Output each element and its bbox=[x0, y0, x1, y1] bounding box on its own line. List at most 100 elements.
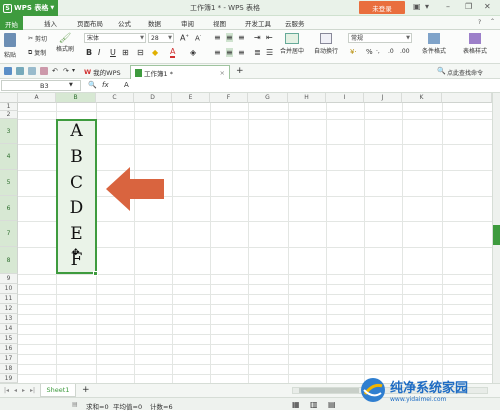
cell-b7[interactable]: E bbox=[56, 224, 97, 244]
row-header[interactable]: 12 bbox=[0, 304, 18, 314]
row-header[interactable]: 15 bbox=[0, 334, 18, 344]
align-top-icon[interactable]: ≡ bbox=[214, 33, 221, 42]
row-header[interactable]: 6 bbox=[0, 196, 18, 221]
italic-icon[interactable]: I bbox=[98, 48, 100, 57]
grow-font-icon[interactable]: A+ bbox=[180, 33, 189, 43]
insert-function-button[interactable]: fx bbox=[102, 81, 109, 89]
column-header[interactable]: H bbox=[288, 93, 326, 103]
undo-icon[interactable]: ↶ bbox=[52, 67, 58, 75]
cell-b4[interactable]: B bbox=[56, 147, 97, 167]
column-header[interactable]: D bbox=[134, 93, 172, 103]
underline-icon[interactable]: U bbox=[110, 48, 116, 57]
print-icon[interactable] bbox=[28, 67, 36, 75]
format-painter-button[interactable]: 🖌 格式刷 bbox=[56, 33, 74, 53]
row-header[interactable]: 2 bbox=[0, 111, 18, 119]
row-header[interactable]: 14 bbox=[0, 324, 18, 334]
table-style-button[interactable]: 表格样式 bbox=[455, 33, 495, 55]
row-header[interactable]: 8 bbox=[0, 247, 18, 274]
normal-view-icon[interactable]: ▦ bbox=[292, 400, 300, 409]
chevron-down-icon[interactable]: ▾ bbox=[425, 2, 429, 11]
border-icon[interactable]: ⊞ bbox=[122, 48, 129, 57]
tab-page-layout[interactable]: 页面布局 bbox=[77, 18, 103, 28]
column-header[interactable]: I bbox=[326, 93, 364, 103]
justify-icon[interactable]: ≣ bbox=[254, 48, 261, 57]
indent-icon[interactable]: ⇥ bbox=[254, 33, 261, 42]
align-center-icon[interactable]: ≡ bbox=[226, 48, 233, 57]
align-left-icon[interactable]: ≡ bbox=[214, 48, 221, 57]
row-header[interactable]: 17 bbox=[0, 354, 18, 364]
fill-color-icon[interactable]: ◆ bbox=[152, 48, 158, 57]
restore-icon[interactable]: ❐ bbox=[465, 2, 472, 11]
chevron-down-icon[interactable]: ▼ bbox=[69, 82, 73, 88]
row-header[interactable]: 19 bbox=[0, 374, 18, 383]
paste-button[interactable]: 粘贴 bbox=[4, 33, 16, 59]
tab-document[interactable]: 工作簿1 * × bbox=[130, 65, 230, 79]
shrink-font-icon[interactable]: A- bbox=[195, 33, 201, 42]
sheet-tab-sheet1[interactable]: Sheet1 bbox=[40, 384, 76, 397]
bold-icon[interactable]: B bbox=[86, 48, 92, 57]
export-pdf-icon[interactable] bbox=[40, 67, 48, 75]
last-sheet-icon[interactable]: ▸| bbox=[30, 387, 35, 394]
merge-small-icon[interactable]: ⊟ bbox=[137, 48, 144, 57]
currency-icon[interactable]: ¥· bbox=[350, 48, 357, 56]
tab-insert[interactable]: 插入 bbox=[44, 18, 57, 28]
increase-decimal-icon[interactable]: .0 bbox=[388, 48, 394, 55]
align-bottom-icon[interactable]: ≡ bbox=[238, 33, 245, 42]
row-header[interactable]: 3 bbox=[0, 119, 18, 144]
row-header[interactable]: 1 bbox=[0, 103, 18, 111]
tab-developer[interactable]: 开发工具 bbox=[245, 18, 271, 28]
clear-format-icon[interactable]: ◈ bbox=[190, 48, 196, 57]
row-header[interactable]: 4 bbox=[0, 144, 18, 170]
next-sheet-icon[interactable]: ▸ bbox=[22, 387, 25, 394]
cell-b5[interactable]: C bbox=[56, 173, 97, 193]
chevron-down-icon[interactable]: ▾ bbox=[72, 67, 75, 74]
chevron-up-icon[interactable]: ⌃ bbox=[490, 18, 495, 25]
row-header[interactable]: 9 bbox=[0, 274, 18, 284]
page-break-view-icon[interactable]: ▥ bbox=[310, 400, 318, 409]
align-middle-icon[interactable]: ≡ bbox=[226, 33, 233, 42]
save-icon[interactable] bbox=[4, 67, 12, 75]
tab-my-wps[interactable]: W 我的WPS bbox=[80, 65, 125, 79]
row-header[interactable]: 7 bbox=[0, 221, 18, 247]
row-header[interactable]: 18 bbox=[0, 364, 18, 374]
fill-handle[interactable] bbox=[93, 271, 98, 276]
column-header[interactable]: B bbox=[56, 93, 96, 103]
tab-home[interactable]: 开始 bbox=[0, 16, 23, 30]
font-name-select[interactable]: 宋体 ▼ bbox=[84, 33, 146, 43]
thousands-icon[interactable]: ·, bbox=[376, 48, 380, 55]
panel-toggle-icon[interactable] bbox=[493, 225, 500, 245]
wrap-text-button[interactable]: 自动换行 bbox=[310, 33, 342, 55]
add-sheet-button[interactable]: + bbox=[82, 385, 90, 395]
row-header[interactable]: 13 bbox=[0, 314, 18, 324]
tab-data[interactable]: 数据 bbox=[148, 18, 161, 28]
conditional-format-button[interactable]: 条件格式 bbox=[416, 33, 452, 55]
number-format-select[interactable]: 常规 ▼ bbox=[348, 33, 412, 43]
login-button[interactable]: 未登录 bbox=[359, 1, 405, 14]
print-preview-icon[interactable] bbox=[16, 67, 24, 75]
column-header[interactable]: A bbox=[18, 93, 56, 103]
close-icon[interactable]: ✕ bbox=[484, 2, 491, 11]
cut-button[interactable]: ✂ 剪切 bbox=[28, 34, 47, 43]
cell-b3[interactable]: A bbox=[56, 121, 97, 141]
help-icon[interactable]: ? bbox=[478, 19, 481, 26]
first-sheet-icon[interactable]: |◂ bbox=[4, 387, 9, 394]
tab-close-icon[interactable]: × bbox=[220, 69, 225, 77]
row-header[interactable]: 11 bbox=[0, 294, 18, 304]
row-header[interactable]: 5 bbox=[0, 170, 18, 196]
new-tab-button[interactable]: + bbox=[236, 66, 244, 76]
spreadsheet-grid[interactable]: A B C D E F G H I J K 1 2 3 4 5 6 7 8 9 … bbox=[0, 93, 500, 383]
distributed-icon[interactable]: ☰ bbox=[266, 48, 273, 57]
row-header[interactable]: 16 bbox=[0, 344, 18, 354]
column-header[interactable]: F bbox=[210, 93, 248, 103]
column-header[interactable]: C bbox=[96, 93, 134, 103]
column-header[interactable]: J bbox=[364, 93, 402, 103]
percent-button[interactable]: % bbox=[366, 48, 373, 56]
skin-icon[interactable]: ▣ bbox=[413, 2, 421, 11]
font-color-icon[interactable]: A bbox=[170, 48, 176, 58]
tab-review[interactable]: 审阅 bbox=[181, 18, 194, 28]
formula-input[interactable]: A bbox=[124, 81, 129, 89]
column-header[interactable]: G bbox=[248, 93, 288, 103]
scrollbar-thumb[interactable] bbox=[299, 388, 359, 393]
outdent-icon[interactable]: ⇤ bbox=[266, 33, 273, 42]
decrease-decimal-icon[interactable]: .00 bbox=[400, 48, 410, 55]
